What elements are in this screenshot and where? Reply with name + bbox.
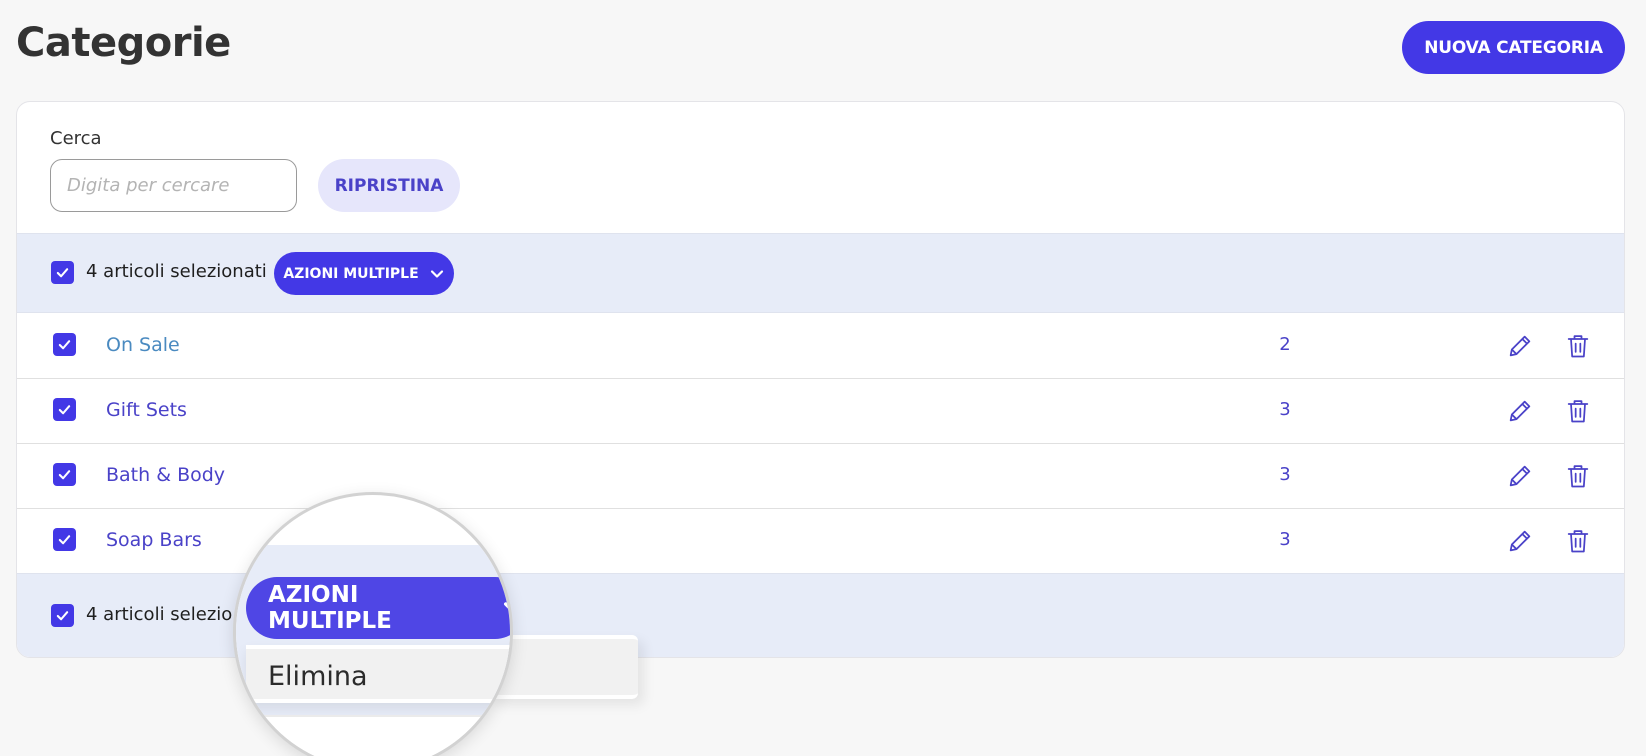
bulk-actions-button[interactable]: AZIONI MULTIPLE bbox=[274, 252, 454, 295]
product-count: 2 bbox=[1279, 334, 1291, 355]
delete-button[interactable] bbox=[1562, 525, 1594, 557]
edit-button[interactable] bbox=[1504, 525, 1536, 557]
pencil-icon bbox=[1509, 335, 1531, 357]
trash-icon bbox=[1567, 400, 1589, 423]
row-checkbox[interactable] bbox=[53, 333, 76, 356]
category-name-link[interactable]: Gift Sets bbox=[106, 399, 187, 421]
table-row[interactable]: On Sale 2 bbox=[17, 314, 1624, 379]
table-row[interactable]: Gift Sets 3 bbox=[17, 379, 1624, 444]
row-checkbox[interactable] bbox=[53, 398, 76, 421]
selected-count-text: 4 articoli selezio bbox=[86, 604, 233, 625]
check-icon bbox=[58, 470, 71, 480]
row-checkbox[interactable] bbox=[53, 528, 76, 551]
pencil-icon bbox=[1509, 530, 1531, 552]
edit-button[interactable] bbox=[1504, 460, 1536, 492]
dropdown-menu: Elimina bbox=[246, 645, 510, 703]
edit-button[interactable] bbox=[1504, 330, 1536, 362]
trash-icon bbox=[1567, 530, 1589, 553]
magnified-bulk-actions-button[interactable]: AZIONI MULTIPLE bbox=[246, 577, 510, 639]
category-name-link[interactable]: On Sale bbox=[106, 334, 180, 356]
check-icon bbox=[58, 340, 71, 350]
reset-button[interactable]: RIPRISTINA bbox=[318, 159, 460, 212]
product-count: 3 bbox=[1279, 529, 1291, 550]
bulk-actions-bar-top: 4 articoli selezionati AZIONI MULTIPLE bbox=[17, 233, 1624, 313]
magnified-bulk-actions-label: AZIONI MULTIPLE bbox=[268, 582, 392, 634]
delete-button[interactable] bbox=[1562, 460, 1594, 492]
product-count: 3 bbox=[1279, 464, 1291, 485]
pencil-icon bbox=[1509, 400, 1531, 422]
zoom-magnifier: AZIONI MULTIPLE Elimina bbox=[233, 492, 513, 756]
magnifier-bottom bbox=[236, 717, 510, 756]
select-all-checkbox[interactable] bbox=[51, 261, 74, 284]
delete-button[interactable] bbox=[1562, 330, 1594, 362]
row-checkbox[interactable] bbox=[53, 463, 76, 486]
trash-icon bbox=[1567, 465, 1589, 488]
edit-button[interactable] bbox=[1504, 395, 1536, 427]
product-count: 3 bbox=[1279, 399, 1291, 420]
selected-count-text: 4 articoli selezionati bbox=[86, 261, 267, 282]
category-name-link[interactable]: Soap Bars bbox=[106, 529, 202, 551]
pencil-icon bbox=[1509, 465, 1531, 487]
search-input[interactable] bbox=[50, 159, 297, 212]
trash-icon bbox=[1567, 335, 1589, 358]
select-all-checkbox[interactable] bbox=[51, 604, 74, 627]
table-row[interactable]: Bath & Body 3 bbox=[17, 444, 1624, 509]
bulk-actions-label: AZIONI MULTIPLE bbox=[283, 265, 419, 282]
delete-button[interactable] bbox=[1562, 395, 1594, 427]
chevron-down-icon bbox=[430, 269, 443, 278]
category-name-link[interactable]: Bath & Body bbox=[106, 464, 225, 486]
check-icon bbox=[58, 405, 71, 415]
check-icon bbox=[58, 535, 71, 545]
check-icon bbox=[56, 611, 69, 621]
new-category-button[interactable]: NUOVA CATEGORIA bbox=[1402, 21, 1625, 74]
search-label: Cerca bbox=[50, 128, 102, 149]
page-title: Categorie bbox=[16, 20, 231, 66]
check-icon bbox=[56, 268, 69, 278]
dropdown-item-delete[interactable]: Elimina bbox=[268, 661, 368, 692]
